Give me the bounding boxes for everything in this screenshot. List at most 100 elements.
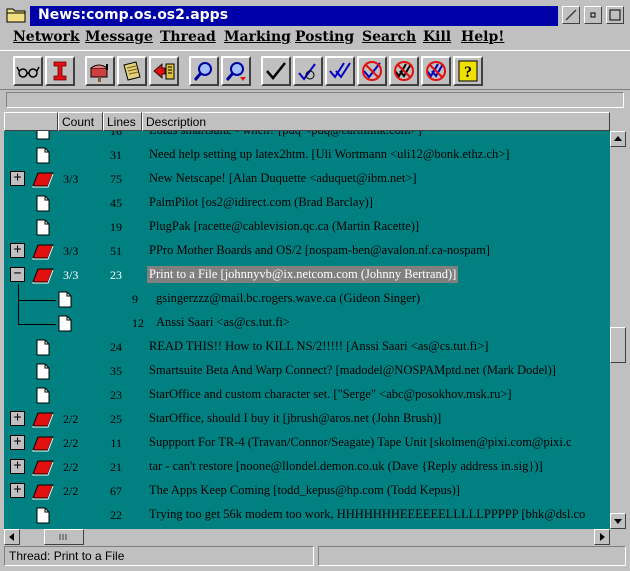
- message-subject[interactable]: gsingerzzz@mail.bc.rogers.wave.ca (Gideo…: [154, 290, 422, 307]
- glasses-button[interactable]: [13, 56, 43, 86]
- header-lines[interactable]: Lines: [103, 112, 142, 131]
- message-subject[interactable]: Smartsuite Beta And Warp Connect? [madod…: [147, 362, 558, 379]
- header-description[interactable]: Description: [142, 112, 610, 131]
- column-header: Count Lines Description: [4, 112, 610, 131]
- message-row[interactable]: 9 gsingerzzz@mail.bc.rogers.wave.ca (Gide…: [4, 284, 610, 312]
- message-count: 3/3: [63, 268, 79, 282]
- message-row[interactable]: 35 Smartsuite Beta And Warp Connect? [mad…: [4, 360, 610, 384]
- unmark-thread-button[interactable]: [389, 56, 419, 86]
- notepad-button[interactable]: [117, 56, 147, 86]
- expand-icon[interactable]: +: [10, 171, 25, 186]
- message-doc-icon: [36, 131, 50, 140]
- red-i-icon: [53, 61, 67, 81]
- message-subject[interactable]: tar - can't restore [noone@llondel.demon…: [147, 458, 545, 475]
- expand-icon[interactable]: +: [10, 435, 25, 450]
- minimize-button[interactable]: [584, 6, 602, 24]
- expand-icon[interactable]: +: [10, 459, 25, 474]
- svg-text:?: ?: [464, 64, 472, 81]
- unmark-button[interactable]: [357, 56, 387, 86]
- message-subject[interactable]: New Netscape! [Alan Duquette <aduquet@ib…: [147, 170, 419, 187]
- message-subject[interactable]: PPro Mother Boards and OS/2 [nospam-ben@…: [147, 242, 492, 259]
- message-subject[interactable]: PlugPak [racette@cablevision.qc.ca (Mart…: [147, 218, 421, 235]
- message-row[interactable]: 12 Anssi Saari <as@cs.tut.fi>: [4, 300, 610, 336]
- no-check-blue-icon: [426, 61, 446, 81]
- message-list[interactable]: 16 Lotus smartsuite - when? [pdq <pdq@ear…: [4, 131, 610, 529]
- message-row[interactable]: +3/3 51 PPro Mother Boards and OS/2 [nospa…: [4, 240, 610, 264]
- menu-posting[interactable]: Posting: [295, 29, 354, 45]
- message-subject[interactable]: Trying too get 56k modem too work, HHHHH…: [147, 506, 587, 523]
- scroll-left-button[interactable]: [4, 529, 20, 545]
- menu-kill[interactable]: Kill: [423, 29, 451, 45]
- message-subject[interactable]: The Apps Keep Coming [todd_kepus@hp.com …: [147, 482, 462, 499]
- message-row[interactable]: 23 StarOffice and custom character set. […: [4, 384, 610, 408]
- tree-line: [18, 284, 19, 300]
- expand-icon[interactable]: +: [10, 411, 25, 426]
- message-subject[interactable]: Print to a File [johnnyvb@ix.netcom.com …: [147, 266, 459, 283]
- message-row[interactable]: 24 READ THIS!! How to KILL NS/2!!!!! [Ans…: [4, 336, 610, 360]
- message-doc-icon: [36, 339, 50, 356]
- vertical-scroll-thumb[interactable]: [610, 327, 626, 363]
- mailbox-icon: [90, 64, 108, 82]
- message-subject[interactable]: READ THIS!! How to KILL NS/2!!!!! [Anssi…: [147, 338, 490, 355]
- glasses-icon: [16, 66, 40, 78]
- search-next-button[interactable]: [221, 56, 251, 86]
- menu-help[interactable]: Help!: [461, 29, 504, 45]
- scroll-down-button[interactable]: [610, 513, 626, 529]
- status-bar-right: [318, 546, 626, 566]
- header-count[interactable]: Count: [58, 112, 103, 131]
- expand-icon[interactable]: +: [10, 483, 25, 498]
- mailbox-button[interactable]: [85, 56, 115, 86]
- maximize-button[interactable]: [606, 6, 624, 24]
- message-row[interactable]: − 3/3 23 Print to a File [johnnyvb@ix.netco…: [4, 264, 610, 288]
- check-pencil-icon: [298, 63, 316, 81]
- vertical-scrollbar[interactable]: [610, 131, 626, 529]
- message-subject[interactable]: Suppport For TR-4 (Travan/Connor/Seagate…: [147, 434, 574, 451]
- send-button[interactable]: [149, 56, 179, 86]
- menu-network[interactable]: Network: [13, 29, 80, 45]
- search-button[interactable]: [189, 56, 219, 86]
- collapse-icon[interactable]: −: [10, 267, 25, 282]
- message-subject[interactable]: StarOffice, should I buy it [jbrush@aros…: [147, 410, 443, 427]
- message-row[interactable]: +2/2 67 The Apps Keep Coming [todd_kepus@h…: [4, 480, 610, 504]
- message-row[interactable]: 45 PalmPilot [os2@idirect.com (Brad Barcl…: [4, 192, 610, 216]
- message-row[interactable]: 31 Need help setting up latex2htm. [Uli W…: [4, 144, 610, 168]
- menu-search[interactable]: Search: [362, 29, 416, 45]
- mark-thread-button[interactable]: [293, 56, 323, 86]
- message-subject[interactable]: StarOffice and custom character set. ["S…: [147, 386, 514, 403]
- message-subject[interactable]: Lotus smartsuite - when? [pdq <pdq@earth…: [147, 131, 424, 139]
- scroll-right-button[interactable]: [594, 529, 610, 545]
- close-button[interactable]: [562, 6, 580, 24]
- message-subject[interactable]: Need help setting up latex2htm. [Uli Wor…: [147, 146, 511, 163]
- message-lines: 67: [110, 484, 122, 498]
- message-row[interactable]: 19 PlugPak [racette@cablevision.qc.ca (Ma…: [4, 216, 610, 240]
- help-button[interactable]: ?: [453, 56, 483, 86]
- horizontal-scroll-thumb[interactable]: [44, 529, 84, 545]
- info-button[interactable]: [45, 56, 75, 86]
- menu-marking[interactable]: Marking: [224, 29, 291, 45]
- menu-message[interactable]: Message: [85, 29, 153, 45]
- message-row[interactable]: +2/2 25 StarOffice, should I buy it [jbrus…: [4, 408, 610, 432]
- message-lines: 75: [110, 172, 122, 186]
- message-row[interactable]: +2/2 11 Suppport For TR-4 (Travan/Connor/S…: [4, 432, 610, 456]
- thread-book-icon: [32, 412, 54, 428]
- message-subject[interactable]: PalmPilot [os2@idirect.com (Brad Barclay…: [147, 194, 375, 211]
- unmark-all-button[interactable]: [421, 56, 451, 86]
- header-blank[interactable]: [4, 112, 58, 131]
- message-row[interactable]: +3/3 75 New Netscape! [Alan Duquette <aduq…: [4, 168, 610, 192]
- horizontal-scrollbar[interactable]: [4, 529, 610, 545]
- scroll-up-button[interactable]: [610, 131, 626, 147]
- thread-book-icon: [32, 244, 54, 260]
- mark-read-button[interactable]: [261, 56, 291, 86]
- folder-icon[interactable]: [6, 5, 26, 23]
- tree-line: [18, 300, 19, 324]
- message-row[interactable]: 16 Lotus smartsuite - when? [pdq <pdq@ear…: [4, 131, 610, 144]
- message-row[interactable]: +2/2 21 tar - can't restore [noone@llondel…: [4, 456, 610, 480]
- expand-icon[interactable]: +: [10, 243, 25, 258]
- menu-thread[interactable]: Thread: [160, 29, 216, 45]
- no-check-icon: [362, 61, 382, 81]
- message-subject[interactable]: Anssi Saari <as@cs.tut.fi>: [154, 314, 292, 331]
- mark-all-button[interactable]: [325, 56, 355, 86]
- message-doc-icon: [58, 291, 72, 308]
- message-row[interactable]: 22 Trying too get 56k modem too work, HHH…: [4, 504, 610, 528]
- title-area[interactable]: News:comp.os.os2.apps: [30, 6, 558, 26]
